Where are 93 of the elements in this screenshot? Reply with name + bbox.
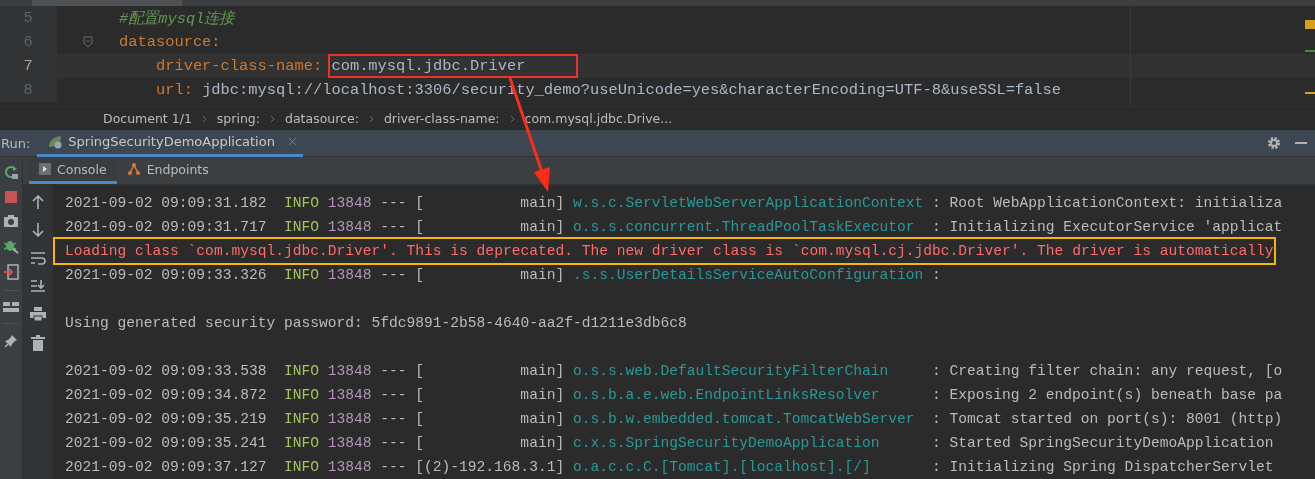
logger-name: w.s.c.ServletWebServerApplicationContext xyxy=(572,194,924,213)
close-icon[interactable] xyxy=(287,137,297,146)
yaml-key: datasource: xyxy=(119,33,221,51)
yaml-key: url: xyxy=(155,81,193,99)
log-timestamp: 2021-09-02 09:09:35.241 xyxy=(65,434,267,453)
log-timestamp: 2021-09-02 09:09:33.326 xyxy=(65,266,267,285)
logger-name: o.s.s.web.DefaultSecurityFilterChain xyxy=(572,362,890,381)
logger-name: o.s.s.concurrent.ThreadPoolTaskExecutor xyxy=(572,218,916,237)
log-message: : xyxy=(931,266,941,285)
chevron-icon xyxy=(509,114,515,123)
log-separator: --- xyxy=(380,386,407,405)
thread-name: [(2)-192.168.3.1] xyxy=(415,458,565,477)
wrap-icon[interactable] xyxy=(30,251,46,265)
logger-name: o.a.c.c.C.[Tomcat].[localhost].[/] xyxy=(572,458,872,477)
stop-icon[interactable] xyxy=(4,190,18,204)
chevron-icon xyxy=(270,114,275,123)
process-id: 13848 xyxy=(327,362,372,381)
log-separator: --- xyxy=(380,458,407,477)
log-separator: --- xyxy=(380,266,407,285)
run-label: Run: xyxy=(0,135,31,151)
log-level: INFO xyxy=(283,434,319,453)
nodes-icon xyxy=(126,163,141,175)
log-timestamp: 2021-09-02 09:09:33.538 xyxy=(65,362,267,381)
terminal-icon xyxy=(39,163,51,175)
up-arrow-icon[interactable] xyxy=(32,195,44,209)
rerun-icon[interactable] xyxy=(3,164,19,180)
print-icon[interactable] xyxy=(30,307,46,321)
log-level: INFO xyxy=(283,362,319,381)
log-separator: --- xyxy=(380,434,407,453)
trash-icon[interactable] xyxy=(31,335,45,351)
process-id: 13848 xyxy=(327,386,372,405)
camera-icon[interactable] xyxy=(3,214,19,228)
log-text: Using generated security password: 5fdc9891-2b58-4640-aa2f-d1211e3db6c8 xyxy=(65,314,687,333)
warning-message: Loading class `com.mysql.jdbc.Driver'. This is deprecated. The new driver class is `com.mysql.cj.jdbc.Driver'. The driver is automatically xyxy=(55,239,1274,263)
log-separator: --- xyxy=(380,410,407,429)
thread-name: [ main] xyxy=(415,434,565,453)
down-arrow-icon[interactable] xyxy=(32,223,44,237)
logger-name: c.x.s.SpringSecurityDemoApplication xyxy=(572,434,881,453)
log-message: : Initializing Spring DispatcherServlet xyxy=(931,458,1274,477)
logger-name: .s.s.UserDetailsServiceAutoConfiguration xyxy=(572,266,924,285)
log-timestamp: 2021-09-02 09:09:31.182 xyxy=(65,194,267,213)
thread-name: [ main] xyxy=(415,386,565,405)
log-message: : Root WebApplicationContext: initializa xyxy=(931,194,1283,213)
layout-icon[interactable] xyxy=(3,301,19,313)
thread-name: [ main] xyxy=(415,362,565,381)
log-separator: --- xyxy=(380,218,407,237)
pin-icon[interactable] xyxy=(4,334,18,348)
log-timestamp: 2021-09-02 09:09:35.219 xyxy=(65,410,267,429)
log-level: INFO xyxy=(283,194,319,213)
log-message: : Exposing 2 endpoint(s) beneath base pa xyxy=(931,386,1283,405)
log-separator: --- xyxy=(380,194,407,213)
log-timestamp: 2021-09-02 09:09:31.717 xyxy=(65,218,267,237)
thread-name: [ main] xyxy=(415,410,565,429)
fold-icon[interactable] xyxy=(83,36,93,48)
log-level: INFO xyxy=(283,386,319,405)
thread-name: [ main] xyxy=(415,194,565,213)
log-level: INFO xyxy=(283,266,319,285)
process-id: 13848 xyxy=(327,458,372,477)
settings-icon[interactable] xyxy=(1267,136,1281,150)
breadcrumb-item[interactable]: spring: xyxy=(216,111,260,126)
logger-name: o.s.b.a.e.web.EndpointLinksResolver xyxy=(572,386,881,405)
process-id: 13848 xyxy=(327,194,372,213)
yaml-key: driver-class-name: xyxy=(155,57,323,75)
breadcrumb-item[interactable]: datasource: xyxy=(285,111,359,126)
scroll-to-end-icon[interactable] xyxy=(30,279,46,293)
chevron-icon xyxy=(201,114,207,123)
breadcrumb-item[interactable]: driver-class-name: xyxy=(383,111,500,126)
log-level: INFO xyxy=(283,410,319,429)
code-comment: #配置mysql连接 xyxy=(119,9,235,28)
thread-name: [ main] xyxy=(415,218,565,237)
exit-icon[interactable] xyxy=(3,264,19,280)
thread-name: [ main] xyxy=(415,266,565,285)
log-timestamp: 2021-09-02 09:09:34.872 xyxy=(65,386,267,405)
process-id: 13848 xyxy=(327,410,372,429)
log-level: INFO xyxy=(283,218,319,237)
process-id: 13848 xyxy=(327,266,372,285)
log-message: : Creating filter chain: any request, [o xyxy=(931,362,1283,381)
process-id: 13848 xyxy=(327,434,372,453)
log-level: INFO xyxy=(283,458,319,477)
spring-leaf-icon xyxy=(47,134,64,149)
yaml-value: com.mysql.jdbc.Driver xyxy=(331,57,576,75)
breadcrumb-item[interactable]: com.mysql.jdbc.Drive... xyxy=(524,111,673,126)
bug-icon[interactable] xyxy=(3,238,19,254)
log-message: : Started SpringSecurityDemoApplication xyxy=(931,434,1274,453)
process-id: 13848 xyxy=(327,218,372,237)
breadcrumb-item[interactable]: Document 1/1 xyxy=(103,111,192,126)
log-message: : Initializing ExecutorService 'applicat xyxy=(931,218,1283,237)
log-timestamp: 2021-09-02 09:09:37.127 xyxy=(65,458,267,477)
log-message: : Tomcat started on port(s): 8001 (http) xyxy=(931,410,1283,429)
console-tab[interactable]: Endpoints xyxy=(116,157,219,184)
logger-name: o.s.b.w.embedded.tomcat.TomcatWebServer xyxy=(572,410,916,429)
chevron-icon xyxy=(368,114,374,123)
log-separator: --- xyxy=(380,362,407,381)
